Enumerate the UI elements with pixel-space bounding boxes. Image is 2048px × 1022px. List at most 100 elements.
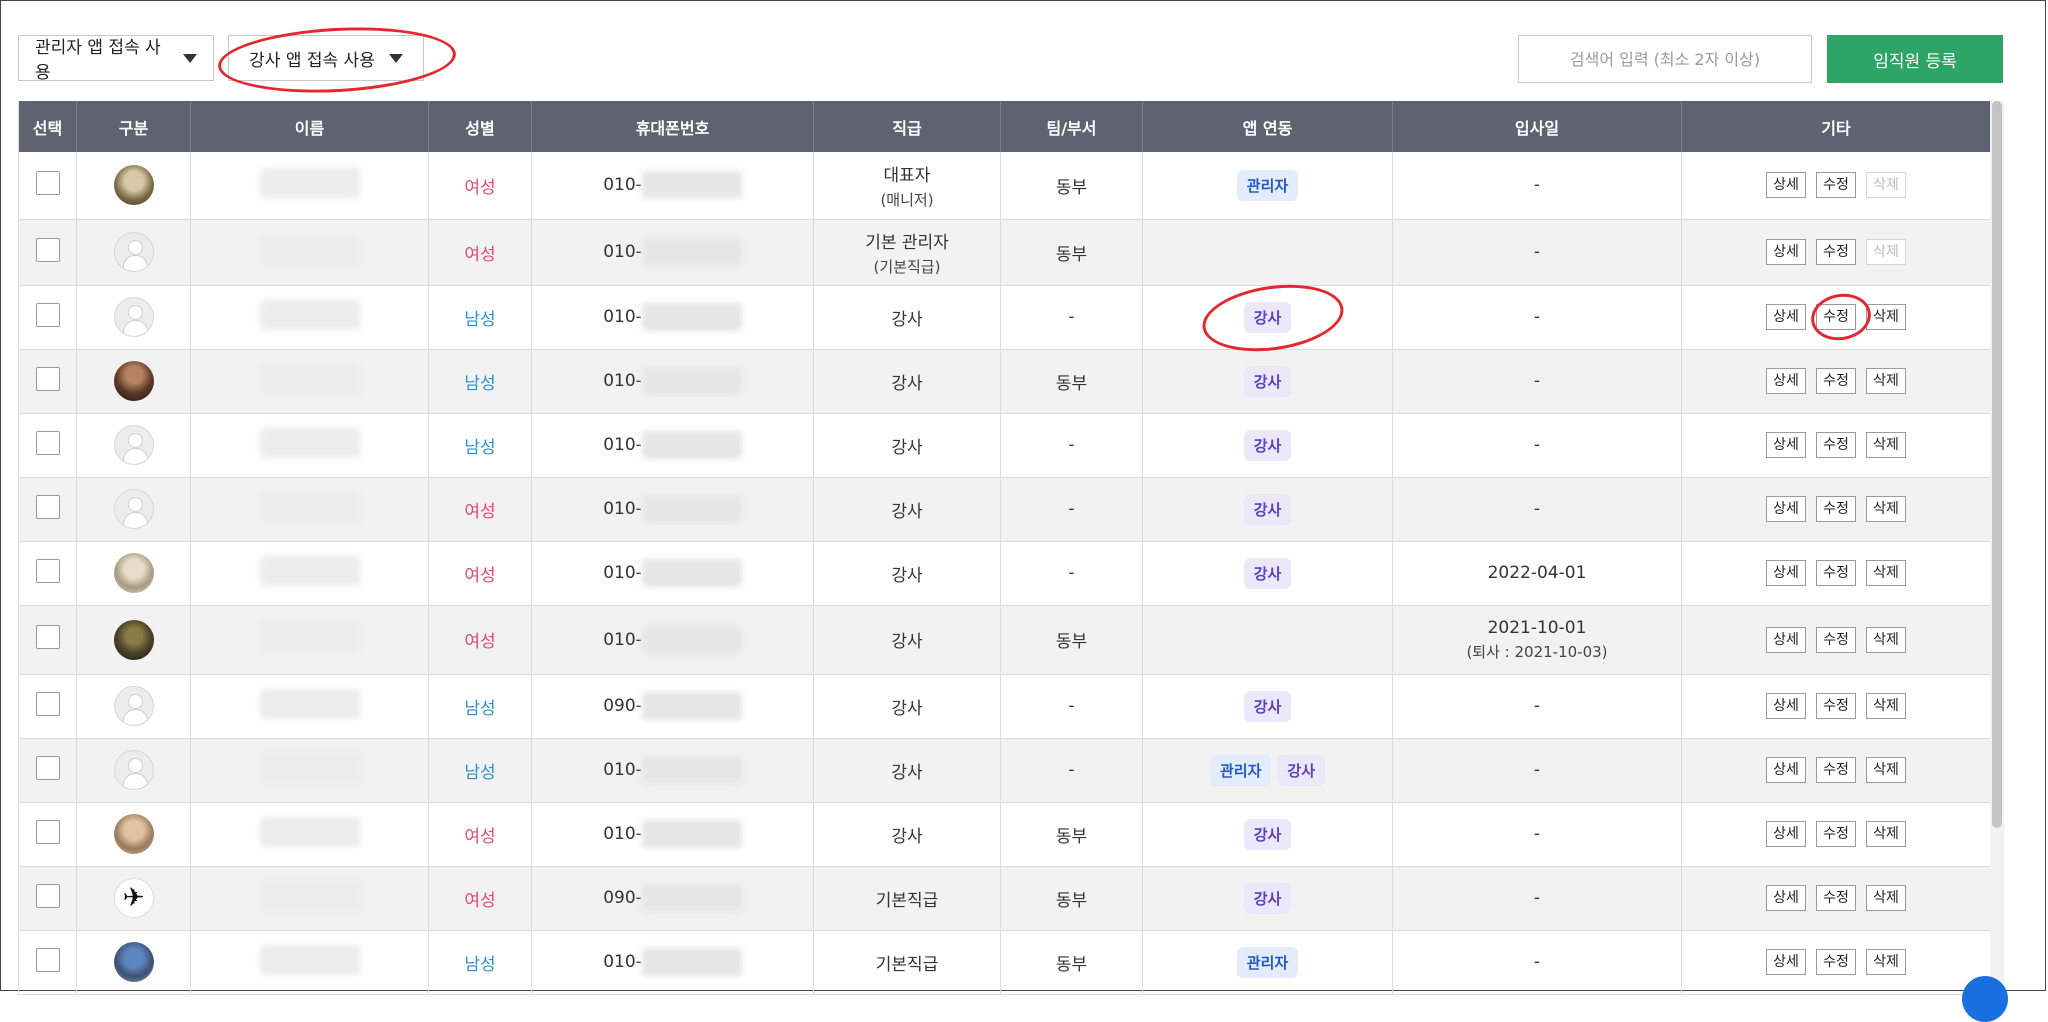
phone-cell: 010- — [531, 541, 814, 606]
delete-button[interactable]: 삭제 — [1866, 304, 1906, 330]
edit-button[interactable]: 수정 — [1816, 949, 1856, 975]
gender-cell: 여성 — [428, 866, 532, 931]
delete-button[interactable]: 삭제 — [1866, 949, 1906, 975]
delete-button[interactable]: 삭제 — [1866, 821, 1906, 847]
edit-button[interactable]: 수정 — [1816, 560, 1856, 586]
select-cell — [18, 349, 77, 414]
chat-floating-button[interactable] — [1962, 976, 2008, 1022]
avatar-cell — [76, 349, 191, 414]
dept-cell: - — [1000, 541, 1143, 606]
table-row: 남성 010- 강사 동부 강사 - 상세 수정 삭제 — [18, 349, 1991, 414]
app-link-cell: 강사 — [1142, 285, 1393, 350]
edit-button[interactable]: 수정 — [1816, 239, 1856, 265]
avatar-cell — [76, 541, 191, 606]
row-checkbox[interactable] — [35, 691, 60, 716]
phone-cell: 010- — [531, 413, 814, 478]
name-cell — [190, 541, 429, 606]
row-checkbox[interactable] — [35, 430, 60, 455]
detail-button[interactable]: 상세 — [1766, 560, 1806, 586]
delete-button[interactable]: 삭제 — [1866, 693, 1906, 719]
delete-button: 삭제 — [1866, 172, 1906, 199]
rank-text: 강사 — [891, 309, 923, 330]
avatar — [113, 750, 154, 790]
detail-button[interactable]: 상세 — [1766, 626, 1806, 653]
detail-button[interactable]: 상세 — [1766, 368, 1806, 394]
edit-button[interactable]: 수정 — [1816, 885, 1856, 911]
delete-button[interactable]: 삭제 — [1866, 757, 1906, 783]
row-checkbox[interactable] — [35, 494, 60, 519]
edit-button[interactable]: 수정 — [1816, 304, 1856, 330]
detail-button[interactable]: 상세 — [1766, 496, 1806, 522]
redacted-name — [259, 816, 360, 847]
gender-text: 여성 — [464, 501, 496, 522]
detail-button[interactable]: 상세 — [1766, 239, 1806, 265]
detail-button[interactable]: 상세 — [1766, 172, 1806, 199]
delete-button[interactable]: 삭제 — [1866, 626, 1906, 653]
actions-cell: 상세 수정 삭제 — [1681, 802, 1991, 867]
edit-button[interactable]: 수정 — [1816, 821, 1856, 847]
phone-cell: 010- — [531, 802, 814, 867]
delete-button[interactable]: 삭제 — [1866, 885, 1906, 911]
delete-button[interactable]: 삭제 — [1866, 368, 1906, 394]
edit-button[interactable]: 수정 — [1816, 172, 1856, 199]
avatar — [113, 489, 154, 529]
detail-button[interactable]: 상세 — [1766, 885, 1806, 911]
dept-cell: 동부 — [1000, 930, 1143, 995]
app-badge-instructor: 강사 — [1243, 690, 1292, 722]
redacted-name — [259, 491, 360, 522]
edit-button[interactable]: 수정 — [1816, 368, 1856, 394]
join-date-cell: - — [1392, 674, 1682, 739]
detail-button[interactable]: 상세 — [1766, 304, 1806, 330]
gender-cell: 여성 — [428, 541, 532, 606]
row-checkbox[interactable] — [35, 883, 60, 908]
register-employee-button[interactable]: 임직원 등록 — [1827, 35, 2003, 83]
actions-cell: 상세 수정 삭제 — [1681, 541, 1991, 606]
edit-button[interactable]: 수정 — [1816, 432, 1856, 458]
row-checkbox[interactable] — [35, 302, 60, 327]
row-checkbox[interactable] — [35, 625, 60, 649]
dept-text: - — [1068, 760, 1075, 780]
row-checkbox[interactable] — [35, 947, 60, 972]
avatar-cell — [76, 930, 191, 995]
detail-button[interactable]: 상세 — [1766, 821, 1806, 847]
join-date-text: - — [1533, 175, 1541, 196]
edit-button[interactable]: 수정 — [1816, 496, 1856, 522]
row-checkbox[interactable] — [35, 170, 60, 195]
phone-prefix: 010- — [603, 175, 642, 196]
edit-button[interactable]: 수정 — [1816, 626, 1856, 653]
app-badge-admin: 관리자 — [1236, 169, 1299, 201]
name-cell — [190, 152, 429, 220]
row-checkbox[interactable] — [35, 819, 60, 844]
row-checkbox[interactable] — [35, 755, 60, 780]
app-badge-instructor: 강사 — [1243, 882, 1292, 914]
detail-button[interactable]: 상세 — [1766, 757, 1806, 783]
detail-button[interactable]: 상세 — [1766, 432, 1806, 458]
instructor-app-filter-dropdown[interactable]: 강사 앱 접속 사용 — [228, 35, 424, 81]
search-input[interactable] — [1518, 35, 1812, 83]
edit-button[interactable]: 수정 — [1816, 757, 1856, 783]
row-checkbox[interactable] — [35, 558, 60, 583]
dept-text: - — [1068, 696, 1075, 716]
delete-button[interactable]: 삭제 — [1866, 560, 1906, 586]
gender-text: 여성 — [464, 632, 496, 652]
table-header-row: 선택 구분 이름 성별 휴대폰번호 직급 팀/부서 앱 연동 입사일 기타 — [18, 101, 1991, 152]
name-cell — [190, 219, 429, 286]
col-header: 성별 — [428, 101, 532, 152]
scrollbar-thumb[interactable] — [1992, 101, 2002, 828]
phone-prefix: 090- — [603, 696, 642, 716]
avatar-cell — [76, 674, 191, 739]
detail-button[interactable]: 상세 — [1766, 693, 1806, 719]
delete-button[interactable]: 삭제 — [1866, 496, 1906, 522]
row-checkbox[interactable] — [35, 366, 60, 391]
dept-text: 동부 — [1055, 632, 1088, 652]
gender-cell: 여성 — [428, 477, 532, 542]
join-date-text: - — [1533, 824, 1541, 844]
detail-button[interactable]: 상세 — [1766, 949, 1806, 975]
admin-app-filter-dropdown[interactable]: 관리자 앱 접속 사용 — [18, 35, 214, 83]
redacted-name — [259, 555, 360, 586]
edit-button[interactable]: 수정 — [1816, 693, 1856, 719]
vertical-scrollbar[interactable] — [1990, 101, 2004, 993]
phone-cell: 010- — [531, 738, 814, 803]
row-checkbox[interactable] — [35, 237, 60, 262]
delete-button[interactable]: 삭제 — [1866, 432, 1906, 458]
